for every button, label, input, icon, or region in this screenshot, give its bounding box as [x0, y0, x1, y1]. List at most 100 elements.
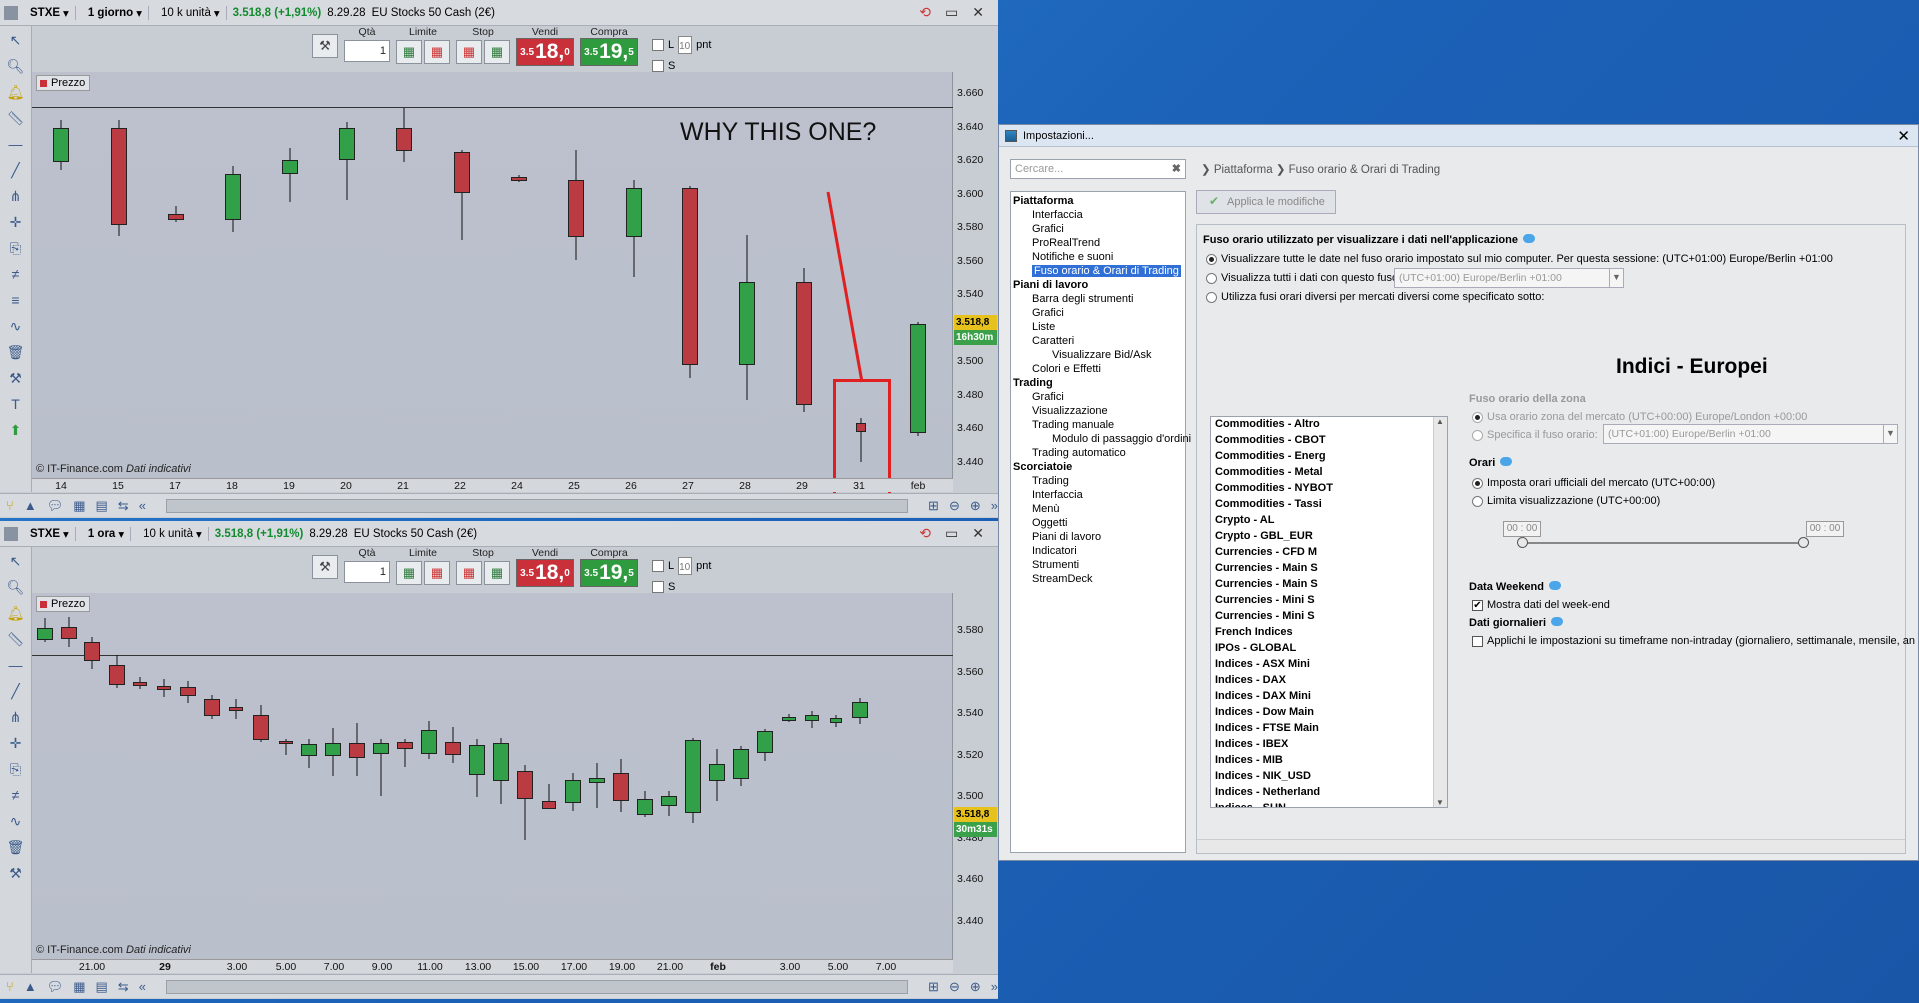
scroll-right-icon[interactable]: »: [991, 979, 998, 994]
market-list-item[interactable]: Indices - NIK_USD: [1211, 769, 1447, 785]
stop-checkbox[interactable]: S: [652, 60, 711, 72]
candle[interactable]: [180, 681, 196, 703]
wrench-icon[interactable]: ⚒: [312, 34, 338, 58]
zoom-icon[interactable]: 🔍︎: [7, 58, 25, 75]
points-input[interactable]: 10: [678, 557, 693, 575]
zoom-icon[interactable]: 🔍︎: [7, 579, 25, 596]
candle[interactable]: [796, 268, 812, 412]
wave-icon[interactable]: ∿: [10, 813, 22, 830]
market-list-item[interactable]: Currencies - Main S: [1211, 561, 1447, 577]
sync-icon[interactable]: ⟲: [919, 525, 931, 542]
annotation-text[interactable]: WHY THIS ONE?: [680, 118, 876, 147]
scroll-left-icon[interactable]: «: [139, 498, 146, 513]
candle[interactable]: [84, 637, 100, 669]
settings-tree-item[interactable]: Fuso orario & Orari di Trading: [1012, 264, 1185, 278]
share-icon[interactable]: ⇆: [118, 498, 129, 514]
hours-option-limit[interactable]: Limita visualizzazione (UTC+00:00): [1472, 495, 1660, 507]
candle[interactable]: [589, 763, 605, 808]
chart-menu-icon[interactable]: [4, 526, 18, 541]
candle[interactable]: [204, 695, 220, 719]
candle[interactable]: [757, 729, 773, 761]
zoom-in-icon[interactable]: ⊕: [970, 498, 981, 514]
zoom-fit-icon[interactable]: ⊞: [928, 498, 939, 514]
indicator-icon[interactable]: ⑂: [6, 498, 14, 513]
chart-type-icon[interactable]: ▲: [24, 979, 37, 994]
candle[interactable]: [830, 715, 842, 727]
settings-tree-item[interactable]: Indicatori: [1012, 544, 1185, 558]
tools-icon[interactable]: ⚒: [9, 370, 22, 387]
candle[interactable]: [511, 175, 527, 182]
zoom-out-icon[interactable]: ⊖: [949, 979, 960, 995]
apply-changes-button[interactable]: Applica le modifiche: [1196, 190, 1336, 214]
scroll-left-icon[interactable]: «: [139, 979, 146, 994]
candle[interactable]: [517, 765, 533, 840]
horizontal-line-icon[interactable]: ―: [9, 657, 23, 674]
text-icon[interactable]: T: [11, 396, 20, 413]
units-dropdown[interactable]: 10 k unità ▾: [137, 526, 209, 541]
market-list-item[interactable]: Commodities - NYBOT: [1211, 481, 1447, 497]
market-list-item[interactable]: Indices - Dow Main: [1211, 705, 1447, 721]
market-list-item[interactable]: Indices - MIB: [1211, 753, 1447, 769]
candle[interactable]: [397, 739, 413, 767]
scroll-right-icon[interactable]: »: [991, 498, 998, 513]
candle[interactable]: [568, 150, 584, 260]
hours-option-official[interactable]: Imposta orari ufficiali del mercato (UTC…: [1472, 477, 1715, 489]
candle[interactable]: [910, 322, 926, 436]
tz-option-computer[interactable]: Visualizzare tutte le date nel fuso orar…: [1206, 253, 1833, 265]
timeframe-dropdown[interactable]: 1 giorno ▾: [82, 5, 149, 20]
settings-tree-item[interactable]: Modulo di passaggio d'ordini: [1012, 432, 1191, 446]
settings-tree-item[interactable]: Strumenti: [1012, 558, 1185, 572]
trendline-icon[interactable]: ╱: [11, 683, 19, 700]
symbol-dropdown[interactable]: STXE ▾: [24, 526, 76, 541]
limit-sell-icon[interactable]: ▦: [424, 40, 450, 64]
copy-icon[interactable]: ⎘: [10, 761, 21, 778]
candle[interactable]: [133, 677, 147, 689]
candle[interactable]: [225, 166, 241, 232]
candle[interactable]: [542, 784, 556, 809]
candle[interactable]: [157, 679, 171, 697]
units-dropdown[interactable]: 10 k unità ▾: [155, 5, 227, 20]
settings-tree-item[interactable]: Grafici: [1012, 222, 1185, 236]
close-icon[interactable]: ✕: [972, 525, 984, 542]
tz-option-per-market[interactable]: Utilizza fusi orari diversi per mercati …: [1206, 291, 1544, 303]
chart-menu-icon[interactable]: [4, 5, 18, 20]
tz-fixed-select[interactable]: (UTC+01:00) Europe/Berlin +01:00 ▼: [1394, 268, 1624, 288]
market-list-item[interactable]: Indices - FTSE Main: [1211, 721, 1447, 737]
candle[interactable]: [168, 206, 184, 222]
copy-icon[interactable]: ⎘: [10, 240, 21, 257]
candle[interactable]: [733, 746, 749, 786]
pitchfork-icon[interactable]: ⋔: [10, 709, 22, 726]
close-icon[interactable]: ✕: [972, 4, 984, 21]
candle[interactable]: [279, 739, 293, 755]
price-series-label[interactable]: Prezzo: [36, 75, 91, 91]
buy-button[interactable]: 3.5 19, 5: [580, 559, 638, 587]
candle[interactable]: [396, 108, 412, 162]
wave-icon[interactable]: ∿: [10, 318, 22, 335]
zoom-out-icon[interactable]: ⊖: [949, 498, 960, 514]
settings-tree-item[interactable]: Colori e Effetti: [1012, 362, 1185, 376]
horizontal-line-icon[interactable]: ―: [9, 136, 23, 153]
candle[interactable]: [709, 749, 725, 801]
chart-type-icon[interactable]: ▲: [24, 498, 37, 513]
candle[interactable]: [682, 186, 698, 378]
qty-input[interactable]: 1: [344, 561, 390, 583]
pane-horizontal-scrollbar[interactable]: [1197, 839, 1905, 853]
comments-icon[interactable]: 💬︎: [47, 498, 64, 514]
candle[interactable]: [253, 705, 269, 742]
zoom-fit-icon[interactable]: ⊞: [928, 979, 939, 995]
candle[interactable]: [37, 618, 53, 642]
limit-buy-icon[interactable]: ▦: [396, 40, 422, 64]
settings-tree-item[interactable]: Oggetti: [1012, 516, 1185, 530]
info-bubble-icon[interactable]: [1500, 457, 1513, 466]
info-bubble-icon[interactable]: [1551, 617, 1564, 626]
settings-tree-item[interactable]: Trading automatico: [1012, 446, 1185, 460]
settings-tree-item[interactable]: Liste: [1012, 320, 1185, 334]
sell-button[interactable]: 3.5 18, 0: [516, 38, 574, 66]
weekend-checkbox[interactable]: ✔ Mostra dati del week-end: [1472, 599, 1610, 611]
candle[interactable]: [301, 739, 317, 768]
settings-titlebar[interactable]: Impostazioni... ✕: [999, 125, 1918, 147]
table-icon[interactable]: ▦: [73, 498, 85, 514]
close-icon[interactable]: ✕: [1897, 127, 1910, 145]
settings-tree-item[interactable]: Grafici: [1012, 306, 1185, 320]
limit-checkbox[interactable]: L 10 pnt: [652, 557, 711, 575]
